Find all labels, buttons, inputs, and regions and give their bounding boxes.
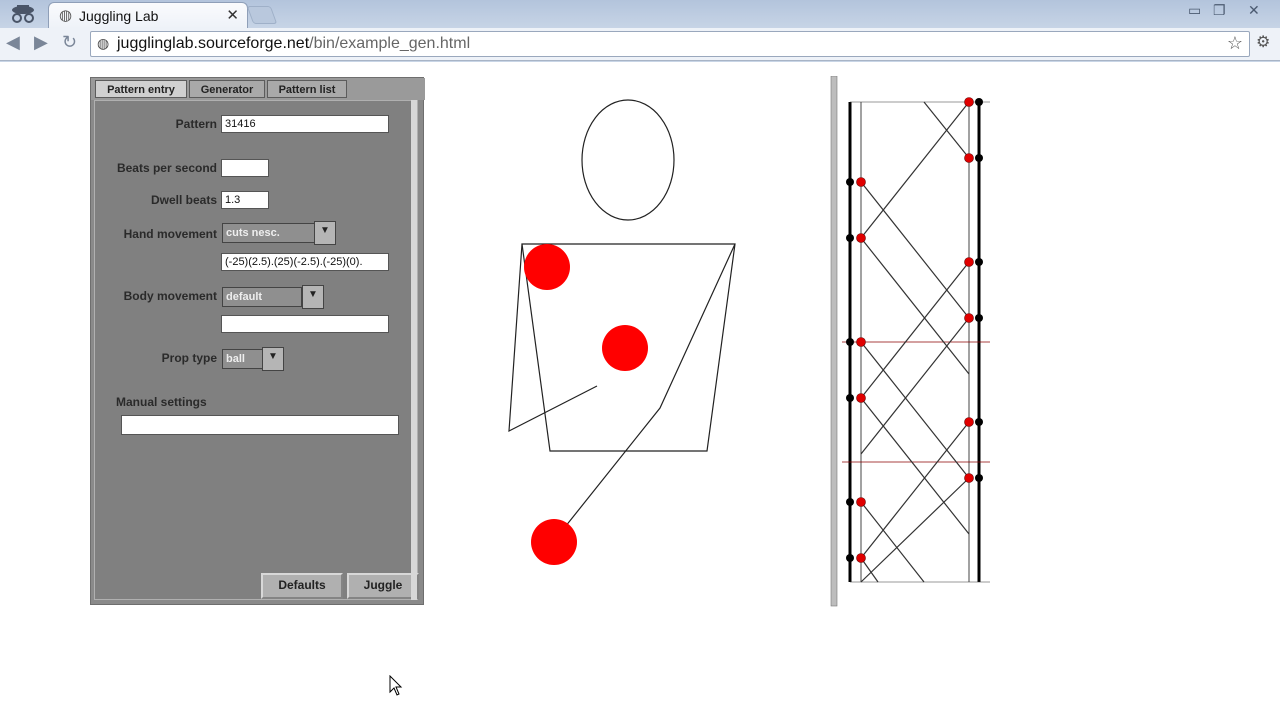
body-movement-text[interactable] [221,315,389,333]
incognito-icon [12,5,34,23]
close-window-icon[interactable]: ✕ [1248,2,1260,19]
chevron-down-icon[interactable]: ▼ [262,347,284,371]
mouse-cursor-icon [389,675,403,696]
minimize-icon[interactable]: ▭ [1188,2,1201,19]
tab-title: Juggling Lab [79,8,159,24]
title-bar: ◍ Juggling Lab ✕ ▭ ❐ ✕ [0,0,1280,29]
url-text: jugglinglab.sourceforge.net/bin/example_… [117,35,471,52]
prop-type-select[interactable]: ball [222,349,264,369]
reload-icon[interactable]: ↻ [62,32,77,53]
browser-chrome: ◍ Juggling Lab ✕ ▭ ❐ ✕ ◀ ▶ ↻ ◍ jugglingl… [0,0,1280,62]
pattern-entry-form: Pattern 31416 Beats per second Dwell bea… [94,100,419,600]
pattern-label: Pattern [175,117,217,131]
tab-generator[interactable]: Generator [189,80,265,98]
beats-per-second-input[interactable] [221,159,269,177]
beats-per-second-label: Beats per second [116,161,217,175]
chevron-down-icon[interactable]: ▼ [302,285,324,309]
hand-movement-text[interactable]: (-25)(2.5).(25)(-2.5).(-25)(0). [221,253,389,271]
dwell-beats-input[interactable]: 1.3 [221,191,269,209]
tab-pattern-entry[interactable]: Pattern entry [95,80,187,98]
applet-tabs: Pattern entry Generator Pattern list [91,78,425,100]
manual-settings-label: Manual settings [116,395,207,409]
prop-type-label: Prop type [161,351,217,365]
tab-pattern-list[interactable]: Pattern list [267,80,347,98]
globe-icon: ◍ [59,7,73,24]
tab-juggling-lab[interactable]: ◍ Juggling Lab ✕ [48,2,248,29]
hand-movement-select[interactable]: cuts nesc. [222,223,316,243]
address-bar[interactable]: ◍ jugglinglab.sourceforge.net/bin/exampl… [90,31,1250,57]
ball-2 [602,325,648,371]
defaults-button[interactable]: Defaults [261,573,343,599]
body-movement-select[interactable]: default [222,287,302,307]
ladder-scrollbar [830,76,838,607]
bookmark-star-icon[interactable]: ☆ [1227,33,1243,54]
new-tab-button[interactable] [246,6,278,24]
ladder-diagram[interactable] [828,76,998,608]
ball-3 [531,519,577,565]
hand-movement-label: Hand movement [123,227,217,241]
juggler-head [581,99,675,221]
dwell-beats-label: Dwell beats [150,193,217,207]
panel-scroll-edge [411,100,417,600]
page-info-icon: ◍ [97,35,110,51]
manual-settings-input[interactable] [121,415,399,435]
body-movement-label: Body movement [123,289,217,303]
juggle-button[interactable]: Juggle [347,573,419,599]
juggling-control-panel: Pattern entry Generator Pattern list Pat… [90,77,425,605]
browser-toolbar: ◀ ▶ ↻ ◍ jugglinglab.sourceforge.net/bin/… [0,28,1280,61]
wrench-menu-icon[interactable]: ⚙ [1256,32,1270,52]
tab-close-icon[interactable]: ✕ [226,6,239,24]
juggler-animation[interactable] [495,95,755,575]
back-icon[interactable]: ◀ [6,32,20,53]
forward-icon[interactable]: ▶ [34,32,48,53]
chevron-down-icon[interactable]: ▼ [314,221,336,245]
ball-1 [524,244,570,290]
right-arm [564,243,736,528]
maximize-icon[interactable]: ❐ [1213,2,1226,19]
pattern-input[interactable]: 31416 [221,115,389,133]
